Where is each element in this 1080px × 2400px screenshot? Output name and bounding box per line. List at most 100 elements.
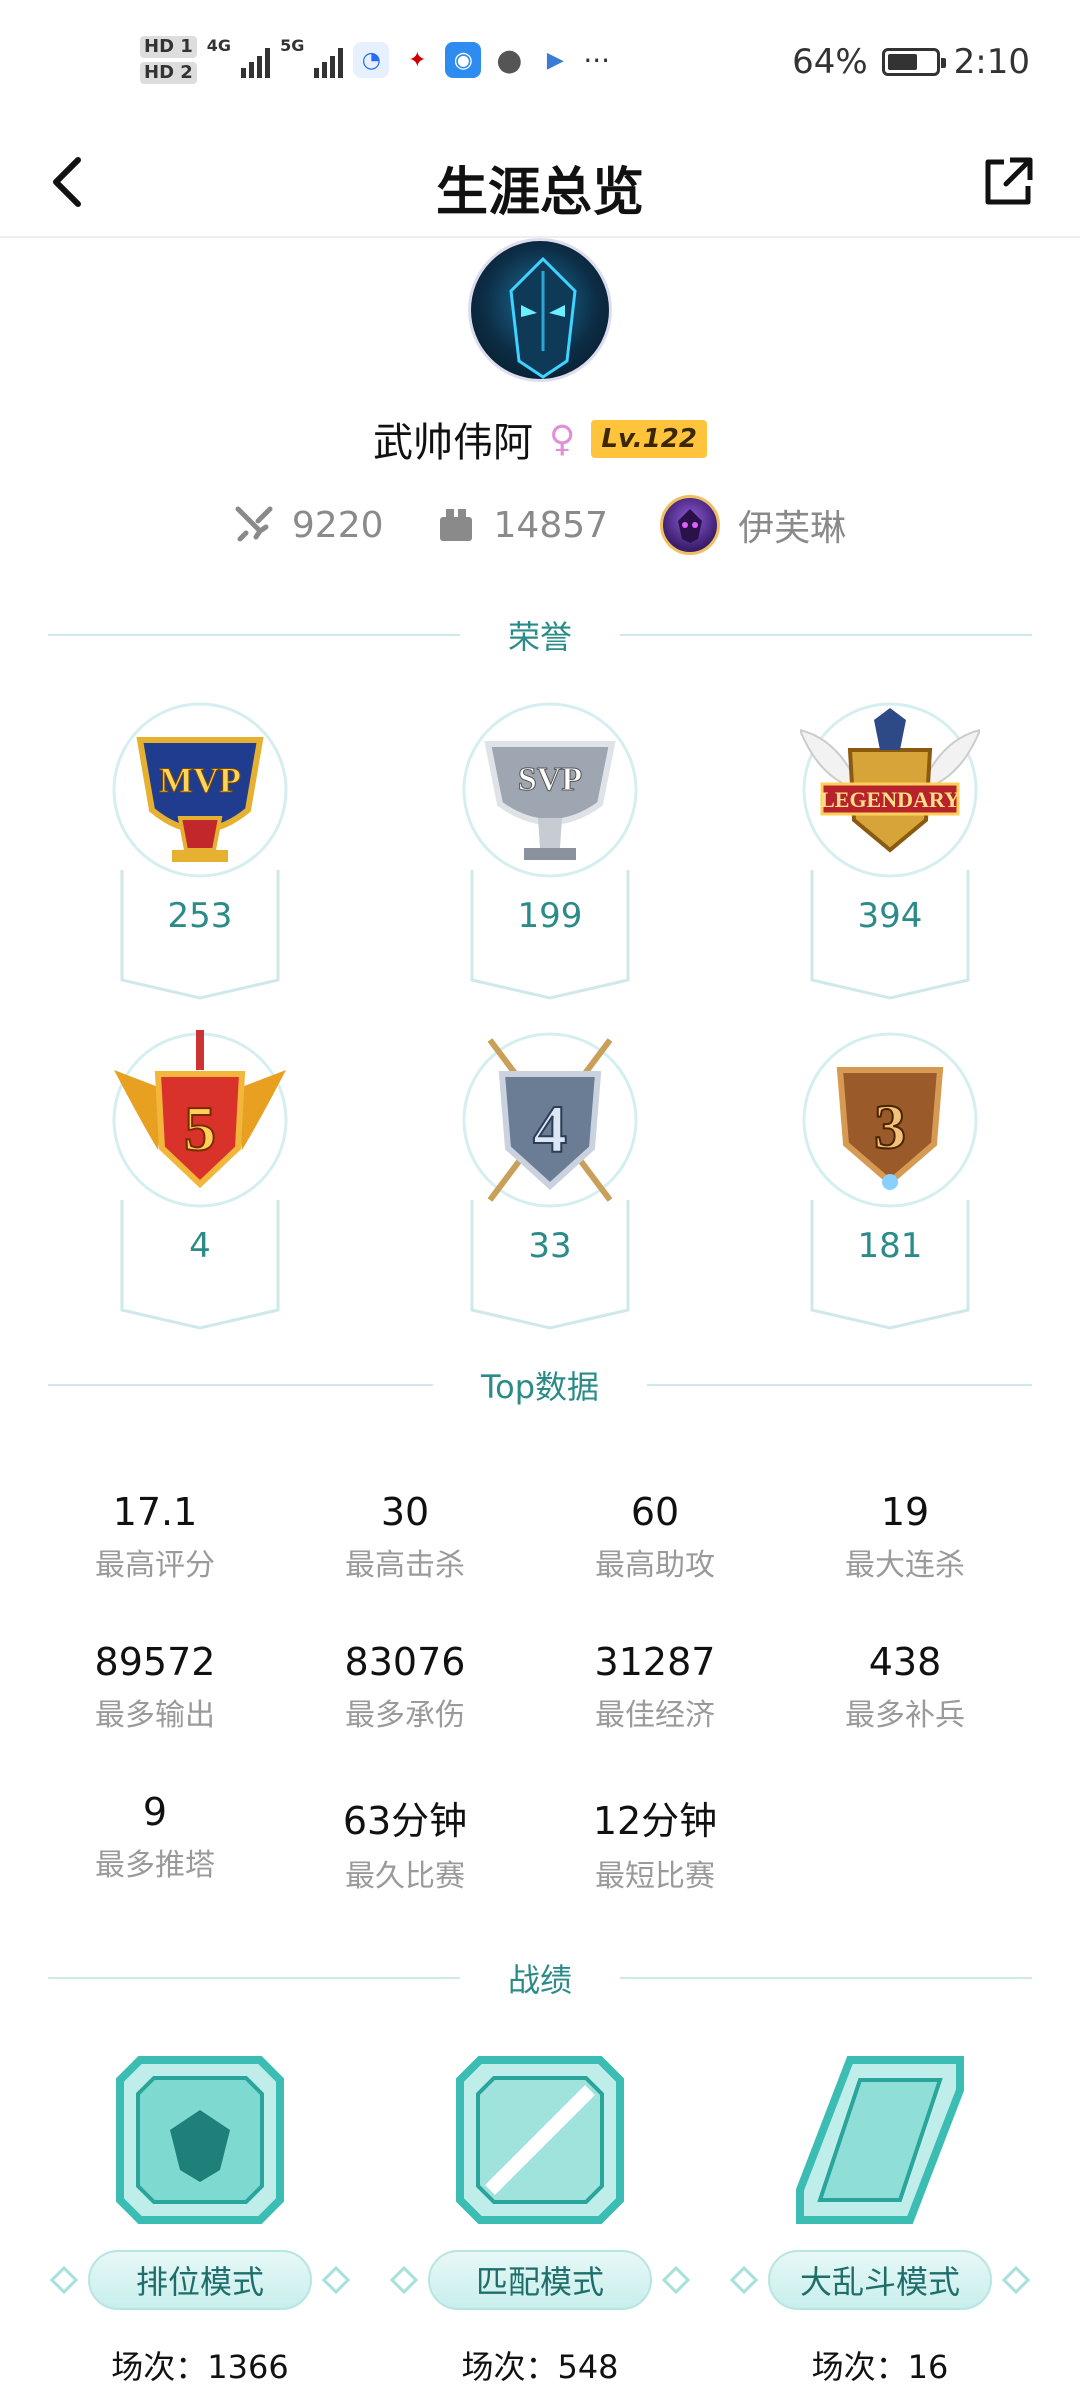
top-stat-value: 89572 [94,1640,216,1684]
mode-games: 场次：1366 [111,2348,289,2386]
divider [48,634,460,636]
app-header: 生涯总览 [0,130,1080,238]
top-stat-value: 63分钟 [342,1799,468,1843]
rank-4-medal-icon: 4 [462,1032,638,1208]
top-stat-cell: 31287 最佳经济 [530,1640,780,1734]
top-stat-value: 12分钟 [592,1799,718,1843]
top-data-section-header: Top数据 [48,1362,1033,1408]
signal-icon-2 [314,42,344,78]
battle-count-stat: 9220 [234,505,384,546]
browser-app-icon: ◔ [353,42,390,78]
status-icons-left: HD 1 HD 2 4G 5G ◔ ✦ ◉ ● ▶ ··· [140,36,610,84]
diamond-icon [49,2265,79,2295]
diamond-icon [661,2265,691,2295]
divider [48,1384,433,1386]
hd2-indicator: HD 2 [140,62,197,84]
match-mode-card[interactable]: 匹配模式 场次：548 [380,2040,700,2400]
top-stat-cell: 60 最高助攻 [530,1490,780,1584]
ranked-mode-card[interactable]: 排位模式 场次：1366 [40,2040,360,2400]
skin-count: 14857 [493,504,609,546]
mode-label-wrap: 大乱斗模式 [729,2250,1031,2310]
top-stat-value: 17.1 [112,1490,198,1534]
svg-text:3: 3 [874,1091,906,1162]
top-stat-value: 83076 [344,1640,466,1684]
share-button[interactable] [976,150,1040,214]
top-stat-label: 最久比赛 [345,1859,465,1894]
brawl-mode-card[interactable]: 大乱斗模式 场次：16 [720,2040,1040,2400]
status-icons-right: 64% 2:10 [792,42,1030,82]
avatar-image [509,256,577,379]
honor-rank-4[interactable]: 4 33 [400,1030,680,1330]
top-stat-cell: 30 最高击杀 [280,1490,530,1584]
top-stat-label: 最佳经济 [595,1698,715,1733]
top-stat-cell: 83076 最多承伤 [280,1640,530,1734]
network-type-2: 5G [280,36,305,55]
honor-legendary[interactable]: LEGENDARY 394 [740,700,1020,1000]
hero-face-icon [678,509,703,543]
top-stat-label: 最高评分 [95,1548,215,1583]
svg-text:LEGENDARY: LEGENDARY [820,787,960,812]
records-title: 战绩 [508,1961,573,1999]
honor-rank-5[interactable]: 5 4 [50,1030,330,1330]
honor-mvp[interactable]: MVP 253 [50,700,330,1000]
honor-rank-3[interactable]: 3 181 [740,1030,1020,1330]
battery-icon [881,48,946,76]
top-stat-label: 最多输出 [95,1698,215,1733]
crossed-swords-icon [235,506,273,542]
hero-avatar [660,495,721,555]
top-stat-label: 最高助攻 [595,1548,715,1583]
top-stat-value: 31287 [594,1640,716,1684]
battle-count: 9220 [291,504,384,546]
female-icon: ♀ [549,418,576,460]
honor-count: 181 [857,1226,923,1266]
video-app-icon: ▶ [537,42,574,78]
status-bar: HD 1 HD 2 4G 5G ◔ ✦ ◉ ● ▶ ··· 64% 2:10 [0,0,1080,130]
diamond-icon [389,2265,419,2295]
mode-label: 排位模式 [88,2250,312,2310]
svg-text:SVP: SVP [518,761,582,798]
top-stat-value: 438 [868,1640,942,1684]
brawl-mode-icon [796,2056,964,2224]
hd-indicators: HD 1 HD 2 [140,36,197,84]
profile-stats: 9220 14857 伊芙琳 [0,495,1080,555]
top-stat-cell: 438 最多补兵 [780,1640,1030,1734]
rank-5-medal-icon: 5 [112,1030,288,1208]
mode-label: 大乱斗模式 [768,2250,992,2310]
honors-section-header: 荣誉 [48,612,1033,658]
hero-name: 伊芙琳 [738,508,847,549]
honor-count: 33 [528,1226,572,1266]
share-icon [985,157,1033,205]
player-name-row: 武帅伟阿 ♀ Lv.122 [0,410,1080,468]
card-icon [439,509,472,541]
top-stat-cell: 19 最大连杀 [780,1490,1030,1584]
game-app-icon: ✦ [399,42,436,78]
honor-count: 199 [517,896,583,936]
svg-text:MVP: MVP [159,760,241,800]
honor-svp[interactable]: SVP 199 [400,700,680,1000]
mode-label-wrap: 匹配模式 [389,2250,691,2310]
top-stat-cell: 17.1 最高评分 [30,1490,280,1584]
divider [620,634,1033,636]
ranked-mode-icon [116,2056,284,2224]
mode-games: 场次：548 [461,2348,619,2386]
favorite-hero-stat[interactable]: 伊芙琳 [660,495,846,555]
legendary-medal-icon: LEGENDARY [800,702,980,878]
skin-count-stat: 14857 [436,504,609,546]
top-stat-value: 19 [880,1490,930,1534]
mode-label: 匹配模式 [428,2250,652,2310]
top-stat-cell: 63分钟最久比赛 [280,1790,530,1895]
top-stat-label: 最多补兵 [845,1698,965,1733]
top-stat-value: 30 [380,1490,430,1534]
battery-fill [887,54,918,70]
divider [48,1977,460,1979]
svg-text:4: 4 [533,1091,567,1167]
top-stat-label: 最多推塔 [95,1848,215,1883]
svg-text:5: 5 [184,1093,216,1164]
top-stat-cell: 89572 最多输出 [30,1640,280,1734]
top-stat-value: 60 [630,1490,680,1534]
mode-games: 场次：16 [811,2348,949,2386]
signal-icon [241,42,271,78]
network-type-1: 4G [206,36,232,55]
player-avatar[interactable] [468,238,612,382]
rank-3-medal-icon: 3 [802,1032,978,1208]
